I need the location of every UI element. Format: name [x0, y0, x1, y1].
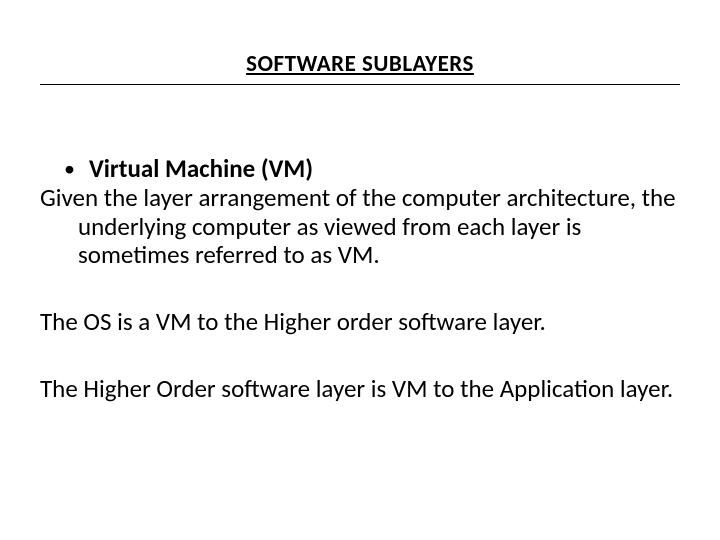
bullet-item-vm: • Virtual Machine (VM): [64, 155, 680, 184]
slide: SOFTWARE SUBLAYERS • Virtual Machine (VM…: [0, 0, 720, 540]
paragraph-1: Given the layer arrangement of the compu…: [40, 184, 680, 270]
paragraph-3: The Higher Order software layer is VM to…: [40, 375, 680, 404]
paragraph-2: The OS is a VM to the Higher order softw…: [40, 308, 680, 337]
slide-content: • Virtual Machine (VM) Given the layer a…: [40, 155, 680, 404]
bullet-dot-icon: •: [64, 155, 75, 184]
title-divider: [40, 84, 680, 85]
slide-title: SOFTWARE SUBLAYERS: [40, 50, 680, 78]
bullet-label: Virtual Machine (VM): [89, 155, 313, 184]
